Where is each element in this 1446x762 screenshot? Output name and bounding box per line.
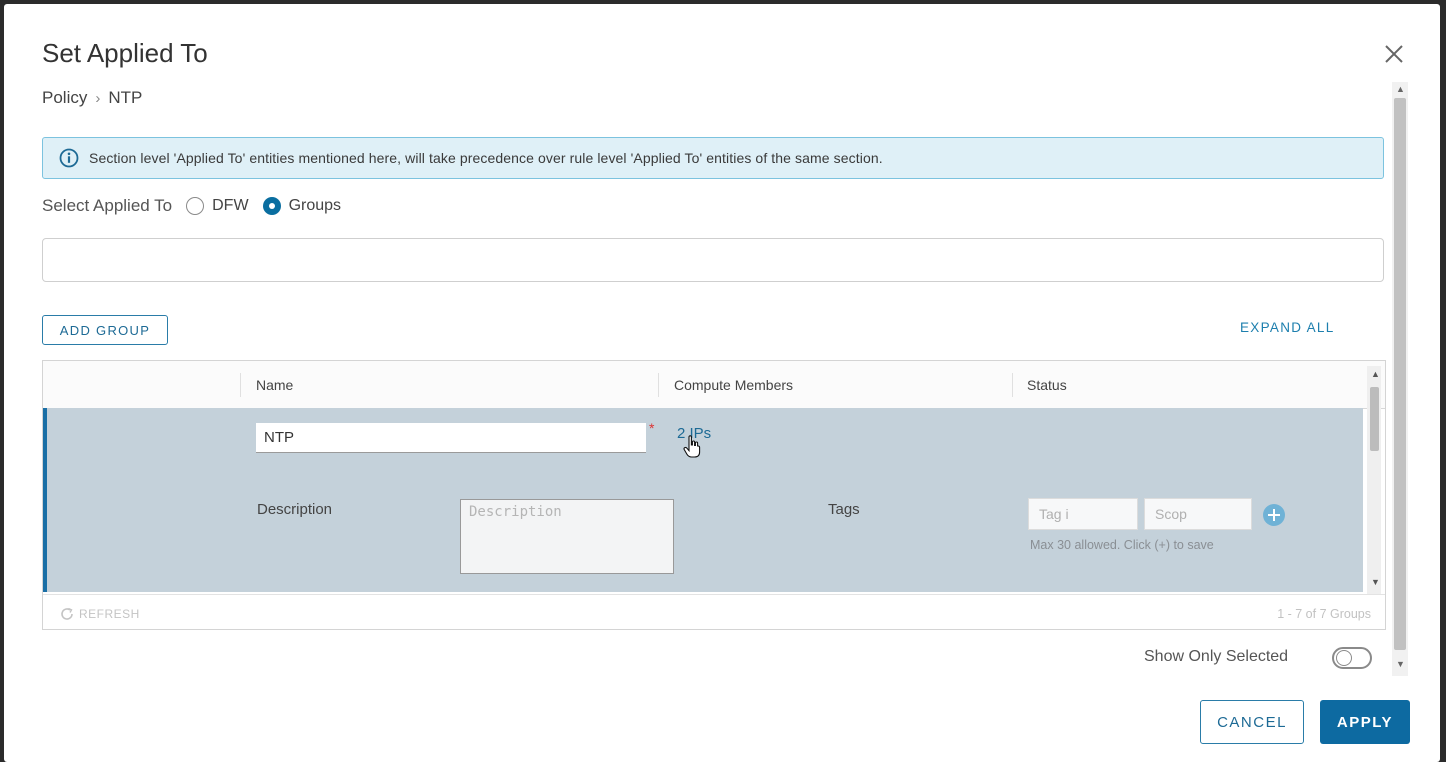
refresh-icon — [61, 607, 73, 620]
column-header-status[interactable]: Status — [1027, 361, 1067, 408]
scroll-up-arrow-icon[interactable]: ▲ — [1396, 84, 1405, 94]
grid-header: Name Compute Members Status — [43, 361, 1385, 409]
breadcrumb-item-ntp: NTP — [108, 88, 143, 107]
column-separator[interactable] — [240, 373, 241, 397]
radio-dfw-label: DFW — [212, 197, 249, 214]
radio-dfw[interactable]: DFW — [186, 197, 249, 215]
refresh-button[interactable]: REFRESH — [59, 606, 140, 622]
hand-cursor-icon — [683, 435, 701, 458]
select-applied-to-label: Select Applied To — [42, 196, 173, 215]
required-marker: * — [649, 420, 655, 436]
scope-input[interactable] — [1144, 498, 1252, 530]
column-separator[interactable] — [1012, 373, 1013, 397]
radio-groups[interactable]: Groups — [262, 197, 342, 215]
grid-footer: REFRESH 1 - 7 of 7 Groups — [43, 594, 1385, 629]
cancel-button[interactable]: CANCEL — [1200, 700, 1304, 744]
grid-scrollbar-thumb[interactable] — [1370, 387, 1379, 451]
set-applied-to-dialog: Set Applied To Policy › NTP Section leve… — [4, 4, 1440, 762]
pagination-text: 1 - 7 of 7 Groups — [1277, 607, 1371, 621]
groups-datagrid: Name Compute Members Status * 2 IPs Desc… — [42, 360, 1386, 630]
radio-unchecked-icon[interactable] — [186, 197, 205, 215]
description-label: Description — [257, 501, 333, 518]
close-icon[interactable] — [1382, 42, 1406, 66]
expand-all-link[interactable]: EXPAND ALL — [1240, 320, 1335, 335]
radio-groups-label: Groups — [288, 197, 342, 214]
refresh-label: REFRESH — [79, 607, 140, 621]
groups-search-input[interactable] — [42, 238, 1384, 282]
column-header-compute-members[interactable]: Compute Members — [674, 361, 793, 408]
scroll-down-arrow-icon[interactable]: ▼ — [1371, 577, 1380, 587]
info-text: Section level 'Applied To' entities ment… — [89, 150, 883, 166]
apply-button[interactable]: APPLY — [1320, 700, 1410, 744]
toggle-knob — [1336, 650, 1352, 666]
dialog-title: Set Applied To — [42, 38, 208, 68]
scroll-down-arrow-icon[interactable]: ▼ — [1396, 659, 1405, 669]
column-separator[interactable] — [658, 373, 659, 397]
add-tag-plus-icon[interactable] — [1262, 503, 1286, 527]
show-only-selected-label: Show Only Selected — [1144, 648, 1289, 665]
tags-label: Tags — [828, 501, 860, 518]
info-icon — [59, 148, 79, 168]
breadcrumb-item-policy[interactable]: Policy — [42, 88, 87, 108]
chevron-right-icon: › — [95, 89, 101, 107]
add-group-button[interactable]: ADD GROUP — [42, 315, 168, 345]
select-applied-to-row: Select Applied To DFW Groups — [42, 196, 341, 216]
scroll-up-arrow-icon[interactable]: ▲ — [1371, 369, 1380, 379]
dialog-scrollbar-thumb[interactable] — [1394, 98, 1406, 650]
show-only-selected-toggle[interactable] — [1332, 647, 1372, 669]
description-textarea[interactable] — [460, 499, 674, 574]
info-banner: Section level 'Applied To' entities ment… — [42, 137, 1384, 179]
tag-hint-text: Max 30 allowed. Click (+) to save — [1030, 538, 1214, 552]
tag-input[interactable] — [1028, 498, 1138, 530]
column-header-name[interactable]: Name — [256, 361, 293, 408]
group-name-input[interactable] — [256, 423, 646, 453]
breadcrumb: Policy › NTP — [42, 88, 142, 108]
radio-checked-icon[interactable] — [262, 197, 281, 215]
table-row-selected[interactable]: * 2 IPs Description Tags Max 30 allowed.… — [43, 408, 1363, 592]
